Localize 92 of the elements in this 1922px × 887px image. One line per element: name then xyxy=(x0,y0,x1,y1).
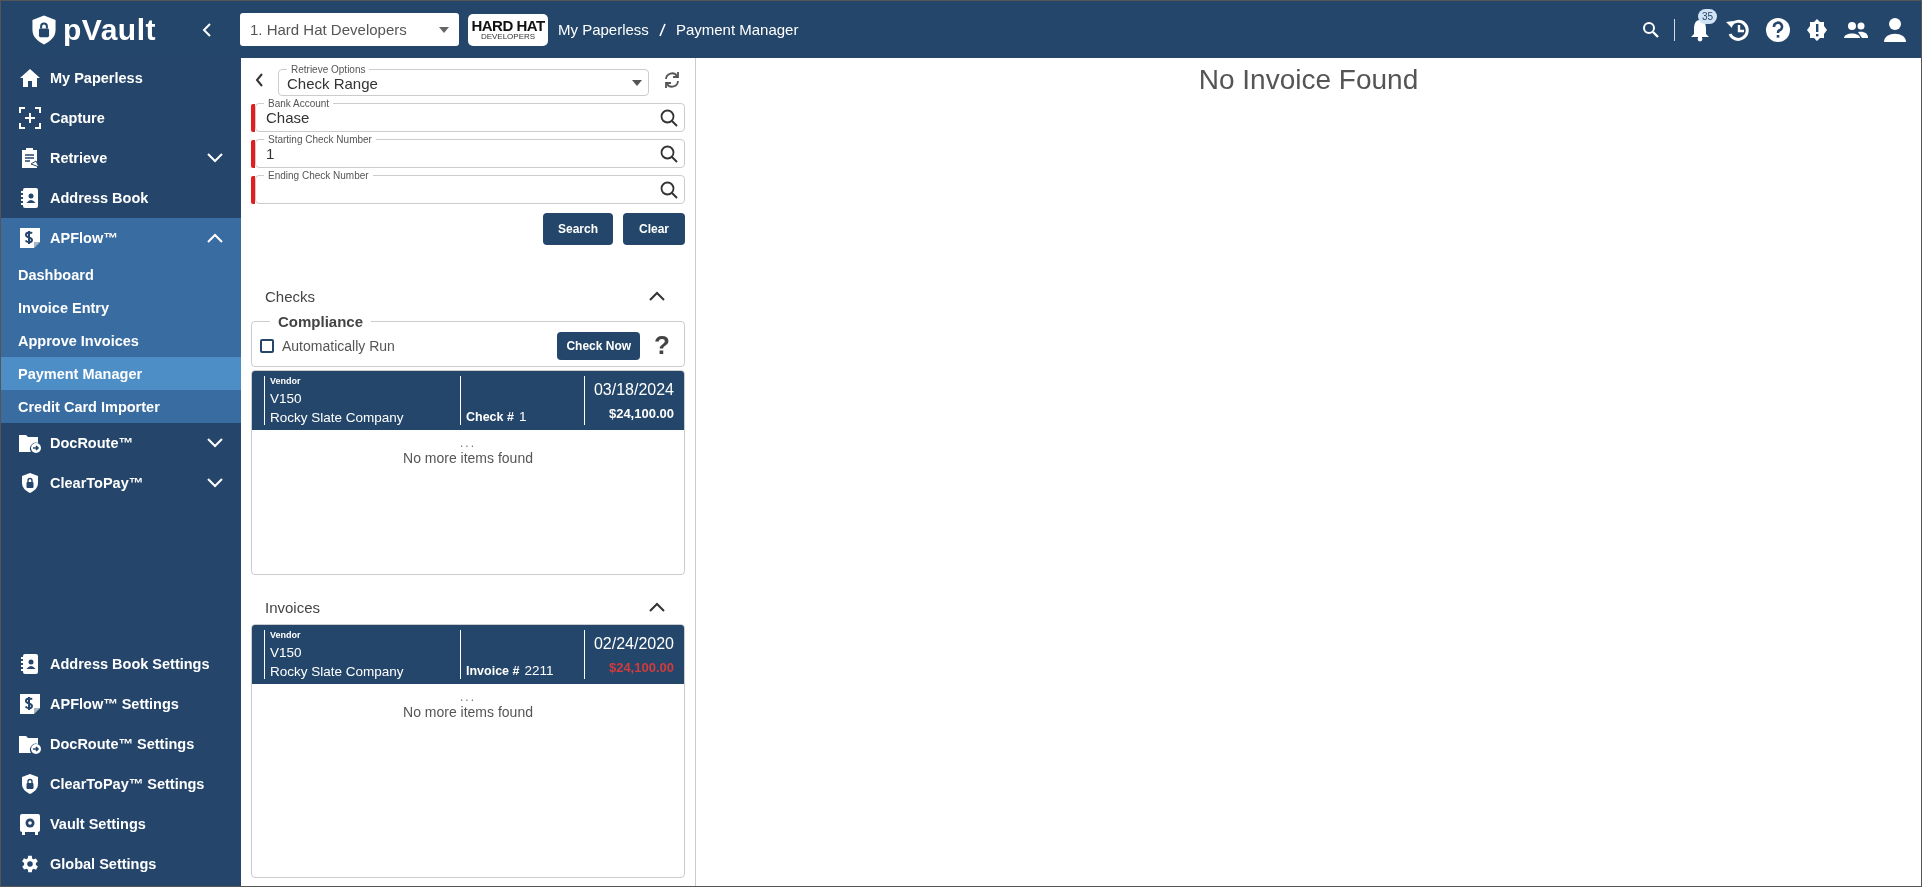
sidebar-item[interactable]: My Paperless xyxy=(1,58,241,98)
field-label: Starting Check Number xyxy=(267,134,373,145)
help-icon xyxy=(1765,16,1791,43)
vendor-name: Rocky Slate Company xyxy=(270,664,405,679)
dollar-document-icon xyxy=(19,227,41,249)
breadcrumb-link[interactable]: My Paperless xyxy=(558,21,649,38)
slash-separator-icon xyxy=(658,22,666,37)
number-label: Invoice # xyxy=(466,664,520,678)
chevron-left-icon xyxy=(202,22,212,37)
section-title: Invoices xyxy=(265,598,321,616)
search-icon xyxy=(660,180,678,199)
text-field[interactable]: Bank Account Chase xyxy=(255,98,685,132)
checkbox-label: Automatically Run xyxy=(282,337,396,354)
text-field[interactable]: Starting Check Number 1 xyxy=(255,134,685,168)
amount: $24,100.00 xyxy=(608,660,674,675)
contact-book-icon xyxy=(21,187,39,209)
sidebar-item[interactable]: Address Book Settings xyxy=(1,644,241,684)
empty-message: No more items found xyxy=(402,704,534,720)
panel-title: Compliance xyxy=(277,313,365,330)
search-icon xyxy=(1642,20,1660,39)
dollar-document-icon xyxy=(19,693,41,715)
sidebar-item[interactable]: Address Book xyxy=(1,178,241,218)
text-input[interactable]: Chase xyxy=(264,109,660,126)
capture-icon xyxy=(19,107,41,129)
sidebar-item[interactable]: DocRoute™ xyxy=(1,423,241,463)
safe-icon xyxy=(19,813,41,835)
vendor-name: Rocky Slate Company xyxy=(270,410,405,425)
result-card[interactable]: Vendor V150 Rocky Slate Company Check # 1 03/18/2024 $24,100.00 xyxy=(252,371,684,430)
shield-lock-icon xyxy=(31,13,57,46)
field-label: Ending Check Number xyxy=(267,170,370,181)
shield-lock-icon xyxy=(21,472,39,494)
chevron-up-icon xyxy=(649,291,665,301)
sidebar-item[interactable]: APFlow™ Settings xyxy=(1,684,241,724)
gear-icon xyxy=(19,853,41,875)
empty-message: No more items found xyxy=(402,450,534,466)
people-icon xyxy=(1843,19,1869,40)
help-glyph[interactable]: ? xyxy=(654,330,670,361)
company-select[interactable]: 1. Hard Hat Developers xyxy=(240,13,459,46)
action-button[interactable]: Search xyxy=(542,213,613,245)
sidebar-subitem[interactable]: Approve Invoices xyxy=(1,324,241,357)
empty-state-message: No Invoice Found xyxy=(1198,64,1419,95)
refresh-icon xyxy=(663,71,681,89)
checkbox[interactable] xyxy=(260,338,274,353)
contact-book-icon xyxy=(21,653,39,675)
result-card[interactable]: Vendor V150 Rocky Slate Company Invoice # 2211 02/24/2020 $24,100.00 xyxy=(252,625,684,684)
vendor-code: V150 xyxy=(270,644,303,660)
vendor-label: Vendor xyxy=(270,630,302,640)
house-icon xyxy=(19,68,41,88)
vendor-code: V150 xyxy=(270,390,303,406)
sidebar-item[interactable]: ClearToPay™ xyxy=(1,463,241,503)
caret-icon xyxy=(632,80,642,86)
chevron-up-icon xyxy=(649,602,665,612)
retrieve-options-select[interactable]: Retrieve Options Check Range xyxy=(278,64,649,96)
search-icon xyxy=(660,108,678,127)
brand-logo-text: pVault xyxy=(63,12,156,47)
sidebar-subitem[interactable]: Credit Card Importer xyxy=(1,390,241,423)
company-logo: HARD HAT DEVELOPERS xyxy=(468,13,548,46)
sidebar-item[interactable]: Vault Settings xyxy=(1,804,241,844)
number-label: Check # xyxy=(466,410,514,424)
sidebar-item[interactable]: Retrieve xyxy=(1,138,241,178)
folder-icon xyxy=(18,432,42,454)
chevron-left-icon xyxy=(255,73,264,87)
sidebar-item[interactable]: DocRoute™ Settings xyxy=(1,724,241,764)
sidebar-subitem[interactable]: Dashboard xyxy=(1,258,241,291)
ellipsis: ... xyxy=(459,436,477,450)
ellipsis: ... xyxy=(459,690,477,704)
check-now-button[interactable]: Check Now xyxy=(557,331,641,360)
document-date: 03/18/2024 xyxy=(593,381,674,399)
text-input[interactable]: 1 xyxy=(264,145,660,162)
caret-icon xyxy=(439,26,449,33)
sidebar-subitem[interactable]: Invoice Entry xyxy=(1,291,241,324)
document-date: 02/24/2020 xyxy=(593,635,674,653)
notification-count-badge: 35 xyxy=(1698,8,1718,24)
user-icon xyxy=(1883,16,1907,43)
section-title: Checks xyxy=(265,287,316,305)
text-field[interactable]: Ending Check Number xyxy=(255,170,685,204)
document-number: 1 xyxy=(518,409,527,424)
action-button[interactable]: Clear xyxy=(623,213,685,245)
amount: $24,100.00 xyxy=(608,406,674,421)
sidebar-item[interactable]: APFlow™ xyxy=(1,218,241,258)
vendor-label: Vendor xyxy=(270,376,302,386)
clipboard-icon xyxy=(20,147,40,169)
alert-badge-icon xyxy=(1805,17,1829,42)
shield-lock-icon xyxy=(21,773,39,795)
sidebar-item[interactable]: Capture xyxy=(1,98,241,138)
document-number: 2211 xyxy=(524,663,554,678)
sidebar-item[interactable]: Global Settings xyxy=(1,844,241,884)
search-icon xyxy=(660,144,678,163)
breadcrumb-link[interactable]: Payment Manager xyxy=(675,21,799,38)
folder-icon xyxy=(18,733,42,755)
field-label: Bank Account xyxy=(267,98,331,109)
sidebar-item[interactable]: ClearToPay™ Settings xyxy=(1,764,241,804)
